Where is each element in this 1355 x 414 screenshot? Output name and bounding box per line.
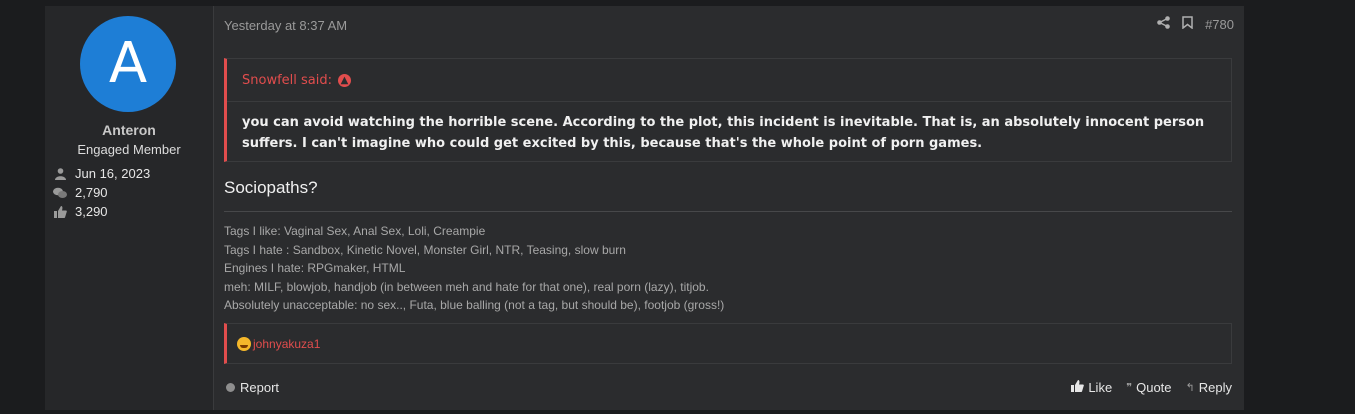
reply-label: Reply: [1198, 380, 1232, 395]
post-date[interactable]: Yesterday at 8:37 AM: [224, 18, 347, 33]
signature-line: meh: MILF, blowjob, handjob (in between …: [224, 279, 709, 294]
post-number[interactable]: #780: [1205, 17, 1234, 32]
arrow-up-circle-icon[interactable]: ▲: [338, 73, 351, 87]
like-label: Like: [1088, 380, 1113, 395]
post-body-text: Sociopaths?: [224, 178, 318, 197]
quote-icon: ❞: [1126, 382, 1133, 394]
forum-post: A Anteron Engaged Member Jun 16, 2023 2,…: [45, 6, 1244, 410]
quote-label: Quote: [1136, 380, 1172, 395]
quote-button[interactable]: ❞ Quote: [1126, 380, 1171, 395]
signature-line: Tags I hate : Sandbox, Kinetic Novel, Mo…: [224, 242, 626, 257]
messages-count: 2,790: [75, 185, 108, 200]
bookmark-icon[interactable]: [1182, 16, 1193, 32]
share-icon[interactable]: [1157, 16, 1170, 32]
signature-line: Absolutely unacceptable: no sex.., Futa,…: [224, 298, 725, 312]
like-button[interactable]: Like: [1071, 380, 1112, 395]
thumbs-up-icon: [53, 205, 67, 218]
post-main: Yesterday at 8:37 AM #780 Snowfell said:…: [224, 6, 1234, 410]
user-title: Engaged Member: [77, 142, 181, 157]
stat-messages[interactable]: 2,790: [53, 185, 108, 200]
quote-block: Snowfell said: ▲ you can avoid watching …: [224, 58, 1232, 162]
signature: Tags I like: Vaginal Sex, Anal Sex, Loli…: [224, 222, 724, 315]
user-icon: [53, 167, 67, 180]
signature-line: Tags I like: Vaginal Sex, Anal Sex, Loli…: [224, 224, 486, 238]
avatar[interactable]: A: [80, 16, 176, 112]
reply-button[interactable]: ↰ Reply: [1186, 380, 1232, 395]
laughing-emoji-icon: [237, 336, 251, 351]
user-sidebar: A Anteron Engaged Member Jun 16, 2023 2,…: [45, 6, 214, 410]
post-header-actions: #780: [1157, 16, 1234, 32]
thumbs-up-icon: [1071, 380, 1085, 395]
messages-icon: [53, 187, 67, 199]
reaction-user-link[interactable]: johnyakuza1: [253, 337, 320, 351]
stat-joined: Jun 16, 2023: [53, 166, 150, 181]
joined-date: Jun 16, 2023: [75, 166, 151, 181]
reactions-bar[interactable]: johnyakuza1: [224, 323, 1232, 364]
footer-actions: Like ❞ Quote ↰ Reply: [1071, 380, 1232, 395]
report-button[interactable]: Report: [226, 380, 279, 395]
signature-divider: [224, 211, 1232, 212]
reply-icon: ↰: [1185, 382, 1195, 394]
post-footer: Report Like ❞ Quote ↰ Reply: [224, 378, 1232, 398]
quote-author[interactable]: Snowfell said:: [242, 73, 332, 88]
report-label: Report: [240, 380, 280, 395]
reaction-score: 3,290: [75, 204, 108, 219]
report-icon: [226, 383, 235, 392]
signature-line: Engines I hate: RPGmaker, HTML: [224, 261, 406, 275]
username[interactable]: Anteron: [45, 122, 213, 138]
stat-reactions: 3,290: [53, 204, 108, 219]
quote-text: you can avoid watching the horrible scen…: [242, 115, 1205, 151]
quote-header[interactable]: Snowfell said: ▲: [227, 59, 1231, 102]
